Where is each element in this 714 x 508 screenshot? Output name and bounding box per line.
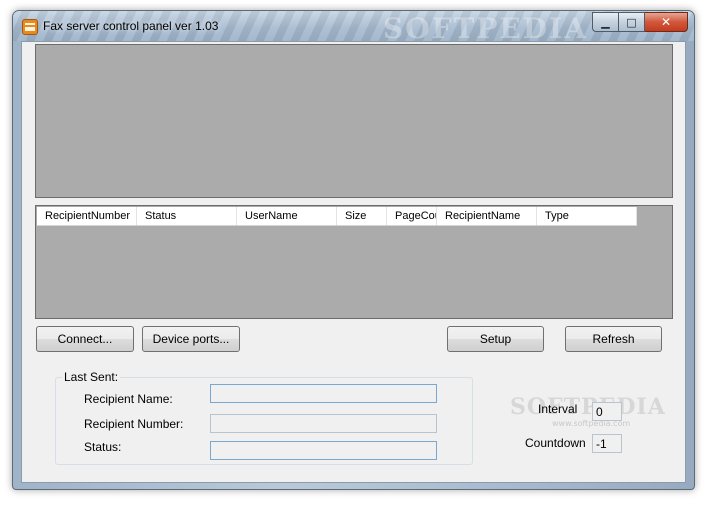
caption-buttons: ▁ □ ✕ <box>592 12 688 32</box>
recipient-name-label: Recipient Name: <box>84 392 173 406</box>
last-sent-legend: Last Sent: <box>62 370 121 384</box>
device-ports-button[interactable]: Device ports... <box>142 326 240 352</box>
column-header-size[interactable]: Size <box>337 207 387 225</box>
column-header-type[interactable]: Type <box>537 207 637 225</box>
status-field[interactable] <box>210 441 437 460</box>
fax-queue-list[interactable]: RecipientNumber Status UserName Size Pag… <box>35 205 673 319</box>
title-bar[interactable]: Fax server control panel ver 1.03 SOFTPE… <box>13 11 694 45</box>
countdown-field[interactable]: -1 <box>592 434 622 453</box>
setup-button[interactable]: Setup <box>447 326 544 352</box>
refresh-button[interactable]: Refresh <box>565 326 662 352</box>
countdown-label: Countdown <box>525 436 586 450</box>
list-header: RecipientNumber Status UserName Size Pag… <box>37 207 637 226</box>
window-title: Fax server control panel ver 1.03 <box>43 19 219 33</box>
softpedia-watermark: SOFTPEDIA <box>510 394 666 420</box>
close-button[interactable]: ✕ <box>645 12 688 32</box>
interval-label: Interval <box>538 402 578 416</box>
recipient-name-field[interactable] <box>210 384 437 403</box>
column-header-recipient-number[interactable]: RecipientNumber <box>37 207 137 225</box>
column-header-user-name[interactable]: UserName <box>237 207 337 225</box>
minimize-button[interactable]: ▁ <box>592 12 618 32</box>
column-header-recipient-name[interactable]: RecipientName <box>437 207 537 225</box>
last-sent-group: Last Sent: Recipient Name: Recipient Num… <box>55 370 473 465</box>
recipient-number-field[interactable] <box>210 414 437 433</box>
interval-field[interactable]: 0 <box>592 402 622 421</box>
recipient-number-label: Recipient Number: <box>84 417 184 431</box>
fax-app-icon[interactable] <box>22 19 38 35</box>
maximize-button[interactable]: □ <box>618 12 645 32</box>
column-header-status[interactable]: Status <box>137 207 237 225</box>
status-label: Status: <box>84 440 122 454</box>
column-header-page-count[interactable]: PageCou <box>387 207 437 225</box>
connect-button[interactable]: Connect... <box>36 326 134 352</box>
log-panel[interactable] <box>35 44 673 198</box>
